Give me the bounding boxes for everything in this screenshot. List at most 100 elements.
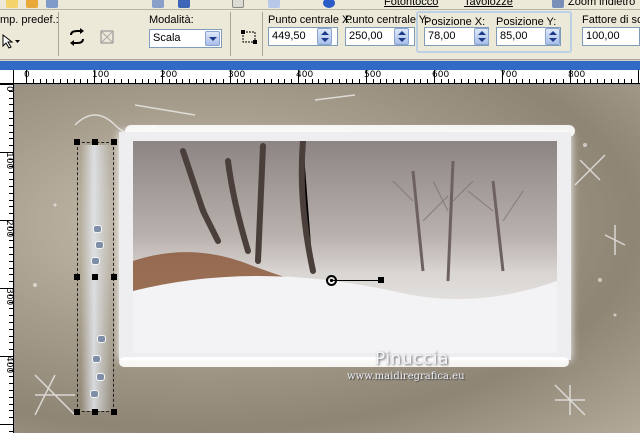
- undo-icon[interactable]: [178, 0, 190, 8]
- ruler-tick: [9, 172, 13, 174]
- ruler-tick: [454, 79, 456, 83]
- menu-bar: Fotoritocco Tavolozze Zoom indietro: [0, 0, 640, 10]
- ruler-tick: [9, 254, 13, 255]
- mode-select[interactable]: Scala: [149, 29, 222, 48]
- window-icon[interactable]: [232, 0, 244, 8]
- preset-picker-button[interactable]: [0, 30, 22, 52]
- resize-handle-right[interactable]: [111, 274, 117, 280]
- apply-button[interactable]: [96, 26, 118, 48]
- resize-handle-top-left[interactable]: [74, 139, 80, 145]
- menu-zoom-indietro[interactable]: Zoom indietro: [568, 0, 635, 8]
- center-x-spinner[interactable]: [317, 28, 332, 45]
- ruler-tick: [366, 70, 367, 83]
- ruler-tick: [413, 79, 415, 83]
- center-x-label: Punto centrale X:: [268, 14, 353, 26]
- ruler-tick: [189, 79, 191, 83]
- resize-handle-bottom-right[interactable]: [111, 409, 117, 415]
- ruler-tick: [9, 281, 13, 283]
- ruler-tick: [9, 369, 13, 371]
- ruler-tick: [9, 104, 13, 106]
- image-canvas[interactable]: Pinuccia www.maidiregrafica.eu: [15, 85, 640, 433]
- work-area[interactable]: 0 100 200 300 400 500 600 700 800 0 100 …: [0, 61, 640, 433]
- resize-handle-bottom[interactable]: [92, 409, 98, 415]
- tool-options-bar: mp. predef.: Modalità: Scala Punto centr…: [0, 10, 640, 60]
- resize-handle-top[interactable]: [92, 139, 98, 145]
- ruler-tick: [107, 79, 109, 83]
- toolbar-separator: [58, 12, 59, 56]
- ruler-tick: [9, 124, 13, 126]
- ruler-tick: [39, 79, 41, 83]
- menu-fotoritocco[interactable]: Fotoritocco: [384, 0, 438, 8]
- rotation-arm: [331, 280, 381, 281]
- ruler-tick: [434, 70, 435, 83]
- layers-icon[interactable]: [268, 0, 280, 8]
- print-icon[interactable]: [152, 0, 164, 8]
- ruler-tick: [9, 274, 13, 276]
- resize-handle-top-right[interactable]: [111, 139, 117, 145]
- transform-mode-button[interactable]: [238, 26, 260, 48]
- ruler-tick: [345, 79, 347, 83]
- ruler-tick: [576, 79, 578, 83]
- ruler-tick: [9, 267, 13, 269]
- ruler-tick: [9, 206, 13, 208]
- ruler-tick: [9, 158, 13, 160]
- ruler-tick: [223, 79, 225, 83]
- ruler-tick: [631, 79, 633, 83]
- ruler-v-label: 400: [4, 356, 14, 374]
- ruler-tick: [610, 79, 612, 83]
- position-x-spinner[interactable]: [474, 28, 489, 45]
- ruler-tick: [9, 186, 13, 187]
- ruler-tick: [175, 79, 177, 83]
- reset-arrows-icon: [70, 28, 84, 46]
- rotation-pivot-icon[interactable]: [326, 275, 337, 286]
- winter-forest-photo: [133, 141, 557, 353]
- ruler-tick: [529, 79, 531, 83]
- menu-tavolozze[interactable]: Tavolozze: [464, 0, 513, 8]
- ruler-tick: [216, 79, 218, 83]
- ruler-tick: [32, 79, 34, 83]
- watermark-url: www.maidiregrafica.eu: [347, 371, 465, 382]
- position-y-spinner[interactable]: [545, 28, 560, 45]
- ruler-tick: [400, 79, 401, 83]
- ruler-tick: [0, 288, 13, 289]
- resize-handle-left[interactable]: [74, 274, 80, 280]
- ruler-tick: [318, 79, 320, 83]
- reset-button[interactable]: [66, 26, 88, 48]
- ruler-tick: [311, 79, 313, 83]
- ruler-tick: [53, 79, 55, 83]
- ruler-tick: [9, 138, 13, 140]
- center-handle[interactable]: [92, 274, 98, 280]
- resize-handle-bottom-left[interactable]: [74, 409, 80, 415]
- chevron-down-icon[interactable]: [205, 31, 220, 46]
- open-folder-icon[interactable]: [26, 0, 38, 8]
- ruler-tick: [121, 79, 123, 83]
- ruler-tick: [284, 79, 286, 83]
- scale-factor-input[interactable]: 100,00: [582, 27, 640, 46]
- ruler-tick: [9, 165, 13, 167]
- ruler-tick: [26, 70, 27, 83]
- ruler-tick: [440, 79, 442, 83]
- zoom-out-icon[interactable]: [552, 0, 564, 8]
- ruler-tick: [182, 79, 184, 83]
- ruler-tick: [9, 97, 13, 99]
- ruler-tick: [9, 308, 13, 310]
- save-icon[interactable]: [46, 0, 58, 8]
- ruler-tick: [9, 417, 13, 419]
- ruler-tick: [556, 79, 558, 83]
- ruler-tick: [604, 79, 605, 83]
- ruler-tick: [9, 233, 13, 235]
- ruler-tick: [9, 322, 13, 323]
- rotation-handle[interactable]: [378, 277, 384, 283]
- ruler-tick: [9, 349, 13, 351]
- info-icon[interactable]: [323, 0, 335, 8]
- ruler-tick: [60, 79, 61, 83]
- ruler-tick: [542, 79, 544, 83]
- ruler-tick: [536, 79, 537, 83]
- ruler-tick: [94, 70, 95, 83]
- ruler-tick: [583, 79, 585, 83]
- center-y-spinner[interactable]: [394, 28, 409, 45]
- ruler-tick: [0, 220, 13, 221]
- ruler-tick: [447, 79, 449, 83]
- ruler-tick: [257, 79, 259, 83]
- new-file-icon[interactable]: [6, 0, 18, 8]
